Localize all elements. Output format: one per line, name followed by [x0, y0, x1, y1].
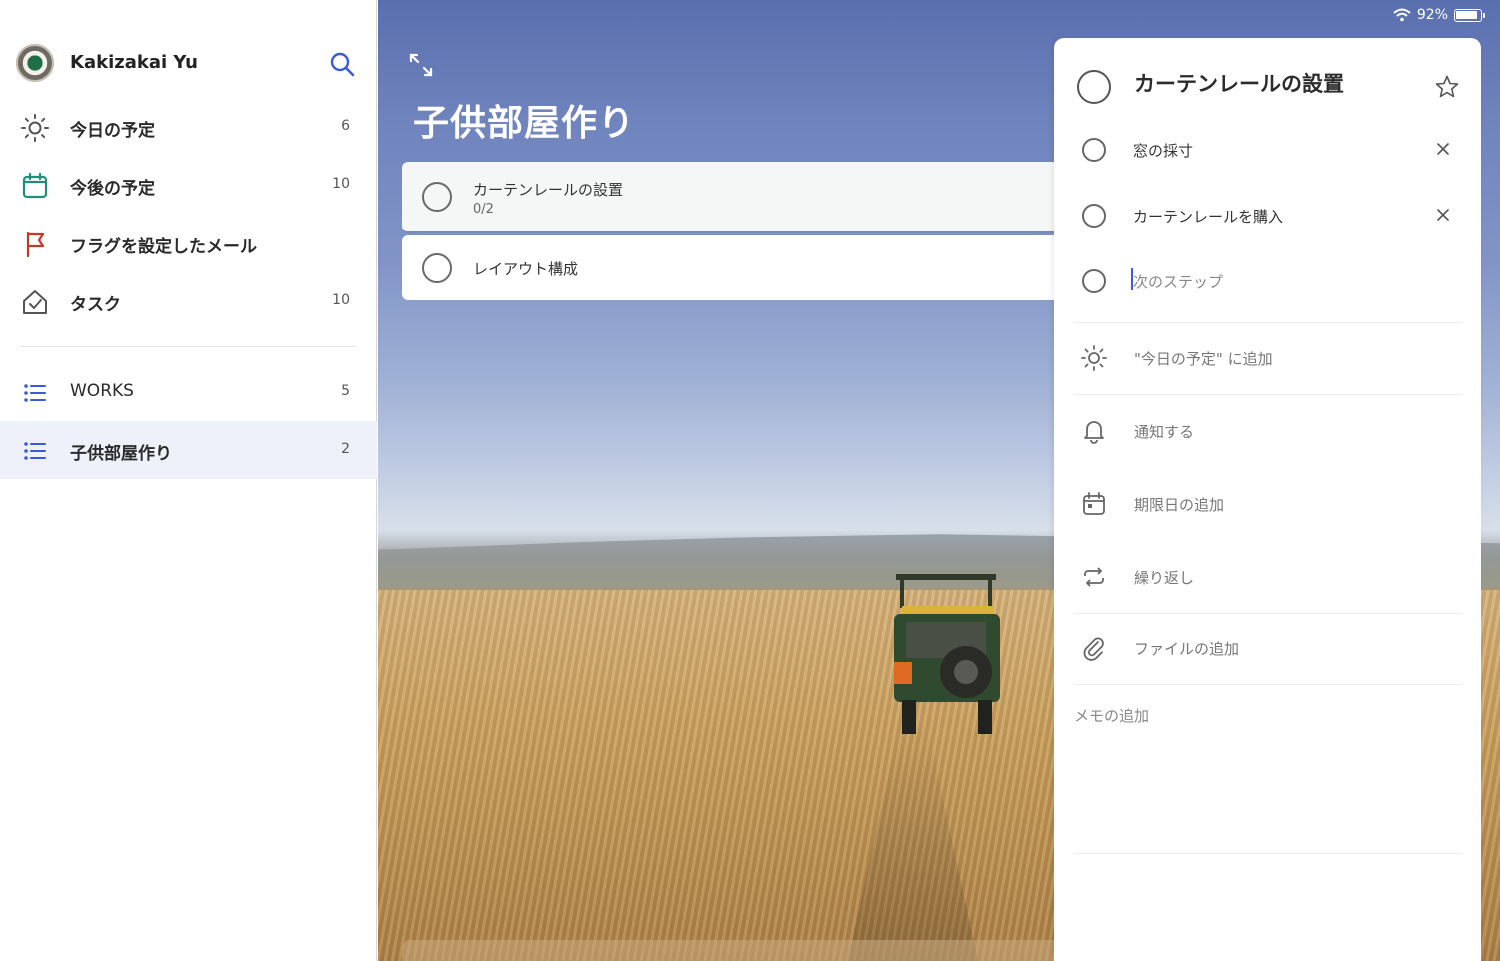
task-detail-panel: カーテンレールの設置 窓の採寸 カーテンレールを購入 次のステップ "今日の予定… — [1054, 38, 1481, 961]
divider — [1074, 394, 1462, 395]
remove-step-icon[interactable] — [1434, 140, 1452, 158]
step-checkbox[interactable] — [1082, 269, 1106, 293]
sidebar-item-my-day[interactable]: 今日の予定 6 — [0, 98, 377, 156]
option-label: "今日の予定" に追加 — [1134, 350, 1273, 368]
avatar[interactable] — [16, 44, 54, 82]
step-label[interactable]: カーテンレールを購入 — [1133, 206, 1283, 227]
option-label: 期限日の追加 — [1134, 496, 1225, 514]
profile-header[interactable]: Kakizakai Yu — [0, 40, 377, 88]
paperclip-icon — [1083, 637, 1104, 661]
battery-percent: 92% — [1416, 7, 1448, 23]
nav-list: 今日の予定 6 今後の予定 10 フラグを設定したメール タスク 10 WORK… — [0, 98, 377, 479]
step-row[interactable]: カーテンレールを購入 — [1054, 182, 1481, 248]
sidebar: Kakizakai Yu 今日の予定 6 今後の予定 10 フラグを設定したメー… — [0, 0, 377, 961]
sidebar-item-label: 今日の予定 — [70, 121, 155, 141]
battery-icon — [1454, 8, 1485, 22]
divider — [1074, 613, 1462, 614]
home-check-icon — [23, 290, 47, 314]
flag-icon — [26, 231, 45, 258]
sidebar-item-works[interactable]: WORKS 5 — [0, 363, 377, 421]
sidebar-item-flagged-email[interactable]: フラグを設定したメール — [0, 214, 377, 272]
task-complete-checkbox[interactable] — [422, 182, 452, 212]
sidebar-item-count: 5 — [341, 383, 350, 399]
option-label: 通知する — [1134, 423, 1195, 441]
status-bar: 92% — [1393, 6, 1485, 24]
next-step-input[interactable]: 次のステップ — [1133, 271, 1223, 292]
memo-input[interactable]: メモの追加 — [1074, 705, 1149, 726]
repeat-button[interactable]: 繰り返し — [1054, 549, 1481, 605]
sidebar-item-count: 2 — [341, 441, 350, 457]
calendar-icon — [22, 172, 48, 199]
sidebar-item-count: 10 — [332, 176, 350, 192]
divider — [1074, 322, 1462, 323]
list-icon — [24, 442, 46, 460]
add-task-bar[interactable] — [402, 940, 1062, 961]
jeep-image — [894, 574, 1000, 734]
bell-icon — [1084, 421, 1104, 444]
sidebar-item-label: WORKS — [70, 381, 134, 401]
sun-icon — [1081, 345, 1107, 371]
wifi-icon — [1393, 8, 1411, 22]
divider — [1074, 853, 1462, 854]
add-due-date-button[interactable]: 期限日の追加 — [1054, 476, 1481, 532]
task-title: レイアウト構成 — [473, 260, 579, 278]
divider — [1074, 684, 1462, 685]
sidebar-item-count: 6 — [341, 118, 350, 134]
sidebar-item-planned[interactable]: 今後の予定 10 — [0, 156, 377, 214]
step-label[interactable]: 窓の採寸 — [1133, 140, 1193, 161]
task-step-progress: 0/2 — [473, 202, 494, 217]
repeat-icon — [1084, 567, 1104, 587]
calendar-icon — [1083, 492, 1105, 515]
nav-divider — [20, 346, 357, 347]
task-detail-title[interactable]: カーテンレールの設置 — [1134, 68, 1344, 98]
expand-icon[interactable] — [408, 52, 434, 78]
step-row[interactable]: 窓の採寸 — [1054, 116, 1481, 182]
sidebar-item-label: 子供部屋作り — [70, 444, 172, 464]
sun-icon — [21, 114, 49, 142]
sidebar-item-label: フラグを設定したメール — [70, 237, 257, 257]
sidebar-item-label: 今後の予定 — [70, 179, 155, 199]
profile-name: Kakizakai Yu — [70, 52, 198, 73]
sidebar-item-tasks[interactable]: タスク 10 — [0, 272, 377, 330]
step-checkbox[interactable] — [1082, 204, 1106, 228]
step-checkbox[interactable] — [1082, 138, 1106, 162]
add-file-button[interactable]: ファイルの追加 — [1054, 620, 1481, 676]
next-step-row[interactable]: 次のステップ — [1054, 247, 1481, 313]
task-title: カーテンレールの設置 — [473, 181, 624, 199]
sidebar-item-label: タスク — [70, 295, 121, 315]
option-label: ファイルの追加 — [1134, 640, 1240, 658]
task-complete-checkbox[interactable] — [1077, 70, 1111, 104]
star-icon[interactable] — [1434, 74, 1460, 100]
add-to-my-day-button[interactable]: "今日の予定" に追加 — [1054, 330, 1481, 386]
page-title: 子供部屋作り — [413, 103, 636, 144]
task-complete-checkbox[interactable] — [422, 253, 452, 283]
task-row[interactable]: レイアウト構成 — [402, 235, 1062, 300]
remind-me-button[interactable]: 通知する — [1054, 403, 1481, 459]
task-row[interactable]: カーテンレールの設置 0/2 — [402, 162, 1062, 233]
sidebar-item-kids-room[interactable]: 子供部屋作り 2 — [0, 421, 377, 479]
remove-step-icon[interactable] — [1434, 206, 1452, 224]
sidebar-item-count: 10 — [332, 292, 350, 308]
option-label: 繰り返し — [1134, 569, 1195, 587]
search-icon[interactable] — [328, 50, 356, 78]
list-icon — [24, 384, 46, 402]
